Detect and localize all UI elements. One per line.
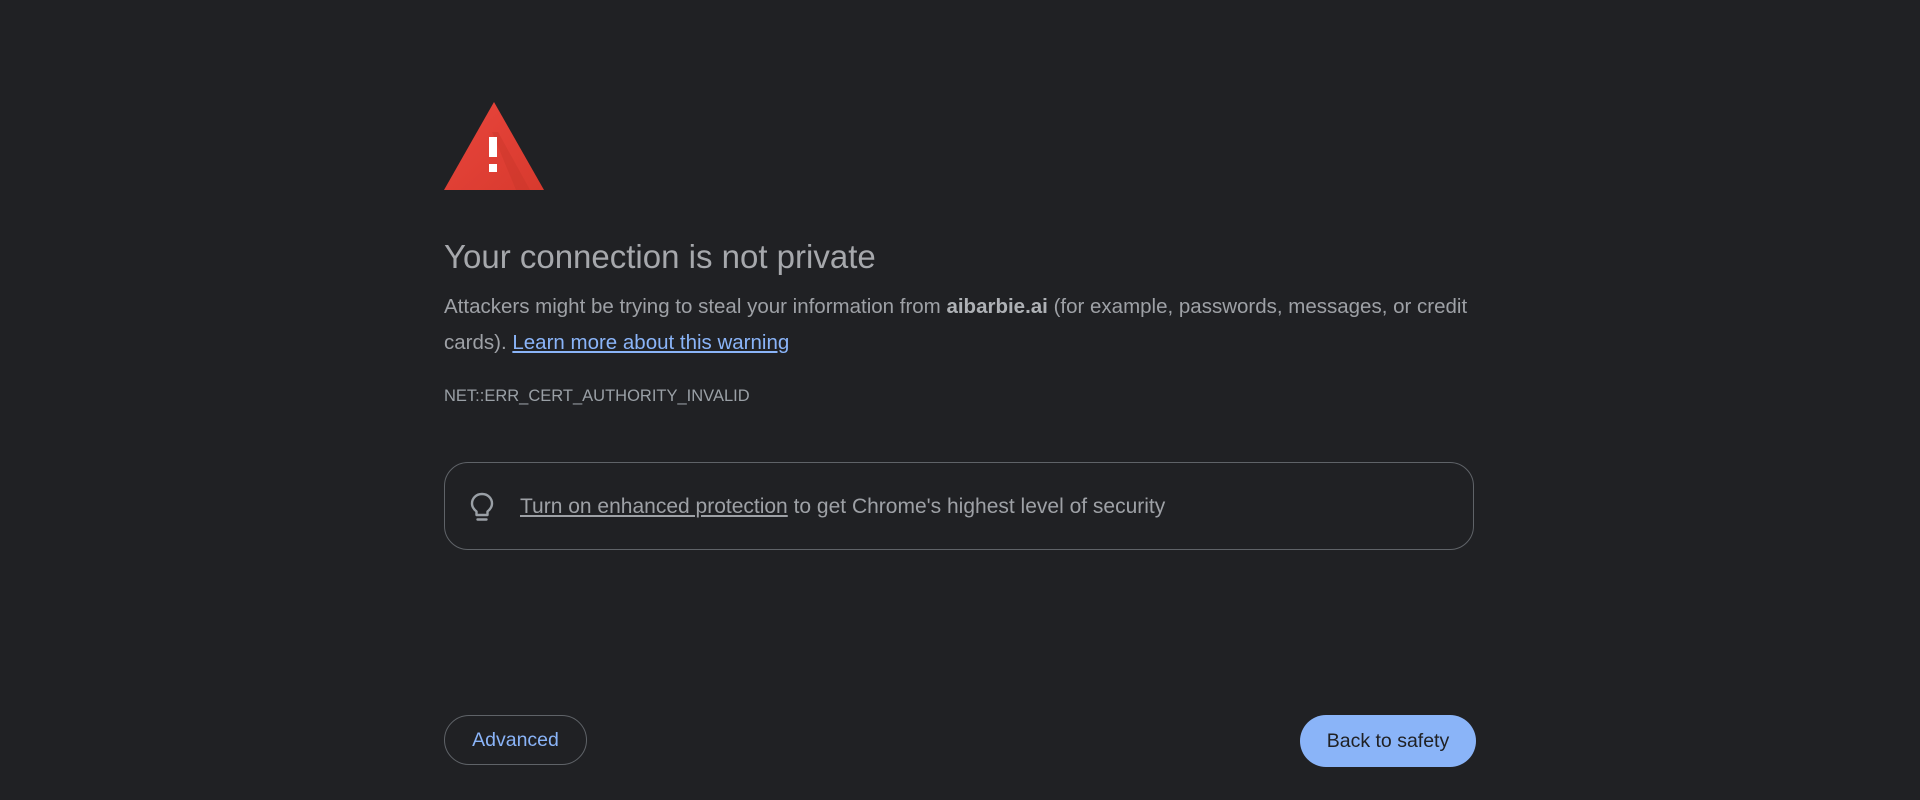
description-text: Attackers might be trying to steal your … bbox=[444, 295, 947, 318]
promo-text: Turn on enhanced protection to get Chrom… bbox=[520, 492, 1165, 522]
warning-description: Attackers might be trying to steal your … bbox=[444, 289, 1476, 361]
interstitial-container: Your connection is not private Attackers… bbox=[444, 0, 1476, 800]
warning-triangle-icon bbox=[444, 102, 544, 190]
advanced-button[interactable]: Advanced bbox=[444, 715, 587, 765]
learn-more-link[interactable]: Learn more about this warning bbox=[512, 331, 789, 354]
site-hostname: aibarbie.ai bbox=[946, 295, 1048, 318]
lightbulb-icon bbox=[470, 492, 494, 521]
back-to-safety-button[interactable]: Back to safety bbox=[1300, 715, 1476, 767]
interstitial-page: Your connection is not private Attackers… bbox=[0, 0, 1920, 800]
promo-rest-text: to get Chrome's highest level of securit… bbox=[787, 495, 1166, 518]
enhanced-protection-link[interactable]: Turn on enhanced protection bbox=[520, 495, 788, 518]
page-title: Your connection is not private bbox=[444, 238, 876, 275]
error-code: NET::ERR_CERT_AUTHORITY_INVALID bbox=[444, 387, 750, 405]
enhanced-protection-promo: Turn on enhanced protection to get Chrom… bbox=[444, 462, 1474, 550]
